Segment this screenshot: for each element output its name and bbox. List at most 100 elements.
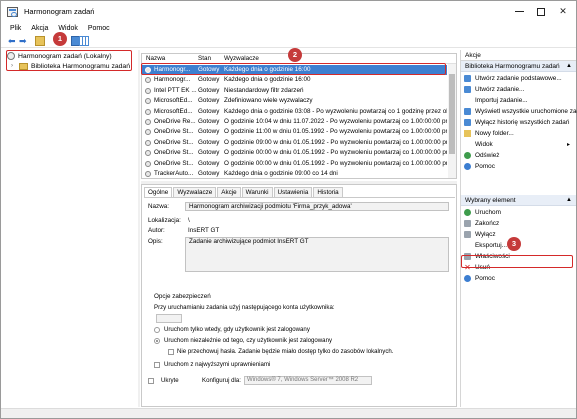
task-cell-name: OneDrive St... <box>154 149 194 157</box>
tab-triggers[interactable]: Wyzwalacze <box>173 187 217 197</box>
show-hide-pane-icon[interactable] <box>79 36 89 46</box>
menu-file[interactable]: Plik <box>1 23 26 34</box>
action-icon <box>464 97 471 104</box>
checkbox-highest-privileges[interactable] <box>154 362 160 368</box>
selected-action-item[interactable]: Wyłącz <box>464 229 574 239</box>
action-icon <box>464 141 471 148</box>
center-pane: Nazwa Stan Wyzwalacze Harmonogr... Gotowy… <box>141 50 457 407</box>
run-icon <box>464 208 471 216</box>
back-arrow-icon[interactable]: ⬅ <box>8 36 18 46</box>
menu-action[interactable]: Akcja <box>26 23 53 34</box>
selected-action-item[interactable]: Zakończ <box>464 218 574 228</box>
task-cell-state: Gotowy <box>198 97 220 105</box>
selected-action-label: Pomoc <box>475 275 495 283</box>
radio-run-logged-on[interactable] <box>154 327 160 333</box>
task-clock-icon <box>145 171 151 177</box>
callout-marker-2: 2 <box>288 48 302 62</box>
action-icon <box>464 107 471 115</box>
name-label: Nazwa: <box>148 203 169 210</box>
selected-item-section-header[interactable]: Wybrany element ▲ <box>461 195 576 206</box>
tab-actions[interactable]: Akcje <box>217 187 241 197</box>
task-scheduler-window: Harmonogram zadań ✕ Plik Akcja Widok Pom… <box>0 0 577 419</box>
general-tab-panel: Nazwa: Harmonogram archiwizacji podmiotu… <box>144 197 455 405</box>
column-name-header[interactable]: Nazwa <box>146 55 165 62</box>
library-action-item[interactable]: Wyświetl wszystkie uruchomione zadania <box>464 106 577 116</box>
detail-tabs: Ogólne Wyzwalacze Akcje Warunki Ustawien… <box>144 187 344 197</box>
library-action-label: Importuj zadanie... <box>475 96 528 104</box>
scrollbar-thumb[interactable] <box>449 74 455 154</box>
library-action-label: Utwórz zadanie... <box>475 85 525 93</box>
task-row[interactable]: OneDrive Re... Gotowy O godzinie 10:04 w d… <box>142 117 447 127</box>
library-section-header[interactable]: Biblioteka Harmonogramu zadań ▲ <box>461 61 576 72</box>
task-row[interactable]: OneDrive St... Gotowy O godzinie 00:00 w d… <box>142 159 447 169</box>
column-state-header[interactable]: Stan <box>198 55 211 62</box>
name-field[interactable]: Harmonogram archiwizacji podmiotu 'Firma… <box>185 202 449 211</box>
collapse-caret-icon[interactable]: ▲ <box>566 61 572 72</box>
folder-icon[interactable] <box>35 36 45 46</box>
library-action-item[interactable]: Importuj zadanie... <box>464 95 574 105</box>
task-row[interactable]: Harmonogr... Gotowy Każdego dnia o godzini… <box>142 75 447 85</box>
run-as-label: Przy uruchamianiu zadania użyj następują… <box>154 304 335 311</box>
title-bar: Harmonogram zadań ✕ <box>1 1 576 23</box>
collapse-caret-icon[interactable]: ▲ <box>566 195 572 206</box>
description-label: Opis: <box>148 238 163 245</box>
task-cell-state: Gotowy <box>198 138 220 146</box>
submenu-arrow-icon: ▸ <box>566 142 570 149</box>
maximize-button[interactable] <box>534 5 548 18</box>
library-action-item[interactable]: Utwórz zadanie podstawowe... <box>464 73 574 83</box>
help-icon <box>464 163 471 171</box>
task-row[interactable]: MicrosoftEd... Gotowy Zdefiniowano wiele w… <box>142 96 447 106</box>
task-cell-state: Gotowy <box>198 170 220 177</box>
checkbox-highest-privileges-label: Uruchom z najwyższymi uprawnieniami <box>164 361 271 368</box>
task-details: Ogólne Wyzwalacze Akcje Warunki Ustawien… <box>141 184 457 407</box>
selected-action-item[interactable]: Uruchom <box>464 207 574 217</box>
checkbox-no-password[interactable] <box>168 349 174 355</box>
task-row[interactable]: MicrosoftEd... Gotowy Każdego dnia o godzi… <box>142 107 447 117</box>
selected-action-item[interactable]: Pomoc <box>464 274 574 284</box>
task-clock-icon <box>145 139 151 146</box>
pane-splitter[interactable] <box>138 50 140 407</box>
library-action-item[interactable]: Widok ▸ <box>464 140 574 150</box>
checkbox-no-password-label: Nie przechowuj hasła. Zadanie będzie mia… <box>177 348 394 355</box>
description-field[interactable]: Zadanie archiwizujące podmiot InsERT GT <box>185 237 449 272</box>
security-options-title: Opcje zabezpieczeń <box>154 293 211 300</box>
task-cell-name: MicrosoftEd... <box>154 107 193 115</box>
configure-for-select[interactable]: Windows® 7, Windows Server™ 2008 R2 <box>244 376 372 385</box>
task-row[interactable]: OneDrive St... Gotowy O godzinie 11:00 w d… <box>142 127 447 137</box>
task-cell-state: Gotowy <box>198 107 220 115</box>
library-section-label: Biblioteka Harmonogramu zadań <box>465 63 560 70</box>
library-action-item[interactable]: Odśwież <box>464 151 574 161</box>
tab-settings[interactable]: Ustawienia <box>273 187 313 197</box>
tab-general[interactable]: Ogólne <box>144 187 173 197</box>
task-cell-trigger: Niestandardowy filtr zdarzeń <box>224 86 304 94</box>
task-row[interactable]: OneDrive St... Gotowy O godzinie 09:00 w d… <box>142 138 447 148</box>
task-row[interactable]: OneDrive St... Gotowy O godzinie 00:00 w d… <box>142 148 447 158</box>
library-action-item[interactable]: Nowy folder... <box>464 129 574 139</box>
task-list-scrollbar[interactable] <box>448 64 456 178</box>
selected-action-label: Eksportuj... <box>475 241 507 249</box>
callout-marker-3: 3 <box>507 237 521 251</box>
library-action-item[interactable]: Wyłącz historię wszystkich zadań <box>464 117 574 127</box>
task-cell-state: Gotowy <box>198 86 220 94</box>
column-triggers-header[interactable]: Wyzwalacze <box>224 55 259 62</box>
library-action-item[interactable]: Pomoc <box>464 162 574 172</box>
library-action-item[interactable]: Utwórz zadanie... <box>464 84 574 94</box>
tab-conditions[interactable]: Warunki <box>241 187 273 197</box>
author-label: Autor: <box>148 227 165 234</box>
minimize-button[interactable] <box>512 5 526 18</box>
task-cell-state: Gotowy <box>198 149 220 157</box>
configure-for-label: Konfiguruj dla: <box>202 377 241 384</box>
task-row[interactable]: TrackerAuto... Gotowy Każdego dnia o godzi… <box>142 169 447 178</box>
task-cell-trigger: O godzinie 10:04 w dniu 11.07.2022 - Po … <box>224 118 447 125</box>
radio-run-whether-logged[interactable] <box>154 338 160 344</box>
forward-arrow-icon[interactable]: ➡ <box>19 36 29 46</box>
tab-history[interactable]: Historia <box>313 187 343 197</box>
maximize-icon <box>537 7 545 16</box>
close-button[interactable]: ✕ <box>556 5 570 18</box>
checkbox-hidden[interactable] <box>148 378 154 384</box>
library-action-label: Wyświetl wszystkie uruchomione zadania <box>475 107 577 115</box>
action-icon <box>464 74 471 82</box>
menu-help[interactable]: Pomoc <box>83 23 115 34</box>
task-clock-icon <box>145 160 151 167</box>
task-row[interactable]: Intel PTT EK ... Gotowy Niestandardowy fil… <box>142 86 447 96</box>
